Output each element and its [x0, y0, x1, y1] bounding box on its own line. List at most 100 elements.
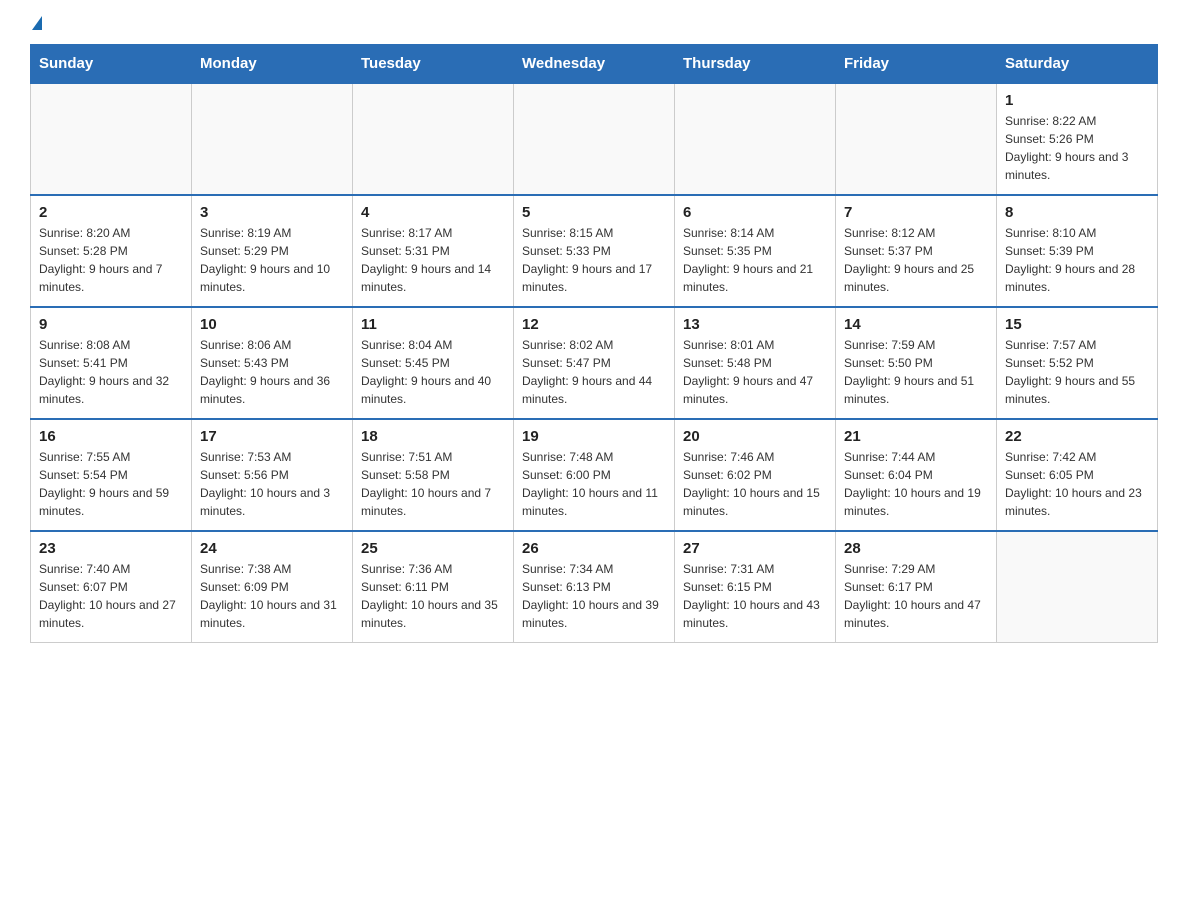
calendar-cell: 18 Sunrise: 7:51 AMSunset: 5:58 PMDayligh… [353, 419, 514, 531]
day-number: 26 [522, 540, 666, 557]
calendar-cell [836, 83, 997, 195]
weekday-header-wednesday: Wednesday [514, 45, 675, 84]
day-info: Sunrise: 8:12 AMSunset: 5:37 PMDaylight:… [844, 224, 988, 296]
day-info: Sunrise: 8:02 AMSunset: 5:47 PMDaylight:… [522, 336, 666, 408]
weekday-header-monday: Monday [192, 45, 353, 84]
day-info: Sunrise: 8:20 AMSunset: 5:28 PMDaylight:… [39, 224, 183, 296]
day-number: 23 [39, 540, 183, 557]
weekday-header-saturday: Saturday [997, 45, 1158, 84]
day-info: Sunrise: 7:44 AMSunset: 6:04 PMDaylight:… [844, 448, 988, 520]
calendar-week-2: 2 Sunrise: 8:20 AMSunset: 5:28 PMDaylight… [31, 195, 1158, 307]
calendar-cell: 13 Sunrise: 8:01 AMSunset: 5:48 PMDayligh… [675, 307, 836, 419]
calendar-cell [514, 83, 675, 195]
day-number: 25 [361, 540, 505, 557]
day-number: 13 [683, 316, 827, 333]
day-number: 16 [39, 428, 183, 445]
calendar-cell [192, 83, 353, 195]
calendar-week-3: 9Sunrise: 8:08 AMSunset: 5:41 PMDaylight… [31, 307, 1158, 419]
calendar-cell [997, 531, 1158, 643]
day-number: 18 [361, 428, 505, 445]
day-info: Sunrise: 7:51 AMSunset: 5:58 PMDaylight:… [361, 448, 505, 520]
day-info: Sunrise: 7:42 AMSunset: 6:05 PMDaylight:… [1005, 448, 1149, 520]
day-number: 3 [200, 204, 344, 221]
day-info: Sunrise: 7:29 AMSunset: 6:17 PMDaylight:… [844, 560, 988, 632]
weekday-header-friday: Friday [836, 45, 997, 84]
calendar-cell: 26 Sunrise: 7:34 AMSunset: 6:13 PMDayligh… [514, 531, 675, 643]
calendar-cell: 4 Sunrise: 8:17 AMSunset: 5:31 PMDaylight… [353, 195, 514, 307]
day-number: 22 [1005, 428, 1149, 445]
day-info: Sunrise: 7:57 AMSunset: 5:52 PMDaylight:… [1005, 336, 1149, 408]
day-number: 14 [844, 316, 988, 333]
calendar-cell: 8 Sunrise: 8:10 AMSunset: 5:39 PMDaylight… [997, 195, 1158, 307]
day-info: Sunrise: 8:04 AMSunset: 5:45 PMDaylight:… [361, 336, 505, 408]
weekday-header-tuesday: Tuesday [353, 45, 514, 84]
calendar-cell: 14 Sunrise: 7:59 AMSunset: 5:50 PMDayligh… [836, 307, 997, 419]
day-number: 2 [39, 204, 183, 221]
day-info: Sunrise: 7:31 AMSunset: 6:15 PMDaylight:… [683, 560, 827, 632]
calendar-cell [353, 83, 514, 195]
weekday-header-thursday: Thursday [675, 45, 836, 84]
day-info: Sunrise: 8:10 AMSunset: 5:39 PMDaylight:… [1005, 224, 1149, 296]
day-info: Sunrise: 7:46 AMSunset: 6:02 PMDaylight:… [683, 448, 827, 520]
day-number: 6 [683, 204, 827, 221]
day-number: 4 [361, 204, 505, 221]
day-number: 27 [683, 540, 827, 557]
day-info: Sunrise: 8:06 AMSunset: 5:43 PMDaylight:… [200, 336, 344, 408]
calendar-cell [675, 83, 836, 195]
calendar-cell: 6 Sunrise: 8:14 AMSunset: 5:35 PMDaylight… [675, 195, 836, 307]
day-info: Sunrise: 8:17 AMSunset: 5:31 PMDaylight:… [361, 224, 505, 296]
day-number: 12 [522, 316, 666, 333]
day-number: 8 [1005, 204, 1149, 221]
day-info: Sunrise: 8:22 AMSunset: 5:26 PMDaylight:… [1005, 112, 1149, 184]
day-info: Sunrise: 7:40 AMSunset: 6:07 PMDaylight:… [39, 560, 183, 632]
day-info: Sunrise: 8:14 AMSunset: 5:35 PMDaylight:… [683, 224, 827, 296]
day-info: Sunrise: 7:38 AMSunset: 6:09 PMDaylight:… [200, 560, 344, 632]
day-info: Sunrise: 7:55 AMSunset: 5:54 PMDaylight:… [39, 448, 183, 520]
day-info: Sunrise: 7:59 AMSunset: 5:50 PMDaylight:… [844, 336, 988, 408]
day-info: Sunrise: 8:08 AMSunset: 5:41 PMDaylight:… [39, 336, 183, 408]
weekday-header-row: SundayMondayTuesdayWednesdayThursdayFrid… [31, 45, 1158, 84]
calendar-cell: 12 Sunrise: 8:02 AMSunset: 5:47 PMDayligh… [514, 307, 675, 419]
calendar-cell: 22 Sunrise: 7:42 AMSunset: 6:05 PMDayligh… [997, 419, 1158, 531]
calendar-cell: 24 Sunrise: 7:38 AMSunset: 6:09 PMDayligh… [192, 531, 353, 643]
day-number: 28 [844, 540, 988, 557]
day-number: 11 [361, 316, 505, 333]
calendar-cell: 9Sunrise: 8:08 AMSunset: 5:41 PMDaylight… [31, 307, 192, 419]
calendar-cell: 3Sunrise: 8:19 AMSunset: 5:29 PMDaylight… [192, 195, 353, 307]
day-number: 17 [200, 428, 344, 445]
day-number: 1 [1005, 92, 1149, 109]
day-number: 19 [522, 428, 666, 445]
day-number: 24 [200, 540, 344, 557]
day-number: 15 [1005, 316, 1149, 333]
calendar-cell: 11 Sunrise: 8:04 AMSunset: 5:45 PMDayligh… [353, 307, 514, 419]
day-number: 5 [522, 204, 666, 221]
calendar-cell: 1 Sunrise: 8:22 AMSunset: 5:26 PMDaylight… [997, 83, 1158, 195]
calendar-cell: 5Sunrise: 8:15 AMSunset: 5:33 PMDaylight… [514, 195, 675, 307]
logo [30, 20, 42, 34]
calendar-cell: 15 Sunrise: 7:57 AMSunset: 5:52 PMDayligh… [997, 307, 1158, 419]
calendar-cell: 27 Sunrise: 7:31 AMSunset: 6:15 PMDayligh… [675, 531, 836, 643]
calendar-cell: 17 Sunrise: 7:53 AMSunset: 5:56 PMDayligh… [192, 419, 353, 531]
day-info: Sunrise: 7:34 AMSunset: 6:13 PMDaylight:… [522, 560, 666, 632]
day-info: Sunrise: 8:01 AMSunset: 5:48 PMDaylight:… [683, 336, 827, 408]
day-info: Sunrise: 7:36 AMSunset: 6:11 PMDaylight:… [361, 560, 505, 632]
calendar-cell: 10 Sunrise: 8:06 AMSunset: 5:43 PMDayligh… [192, 307, 353, 419]
calendar-cell: 20 Sunrise: 7:46 AMSunset: 6:02 PMDayligh… [675, 419, 836, 531]
calendar-body: 1 Sunrise: 8:22 AMSunset: 5:26 PMDaylight… [31, 83, 1158, 643]
day-info: Sunrise: 7:53 AMSunset: 5:56 PMDaylight:… [200, 448, 344, 520]
day-number: 20 [683, 428, 827, 445]
calendar-cell [31, 83, 192, 195]
calendar-week-1: 1 Sunrise: 8:22 AMSunset: 5:26 PMDaylight… [31, 83, 1158, 195]
calendar-cell: 28 Sunrise: 7:29 AMSunset: 6:17 PMDayligh… [836, 531, 997, 643]
logo-arrow-icon [32, 16, 42, 30]
logo-top-row [30, 20, 42, 34]
calendar-week-5: 23 Sunrise: 7:40 AMSunset: 6:07 PMDayligh… [31, 531, 1158, 643]
page-header [30, 20, 1158, 34]
calendar-cell: 23 Sunrise: 7:40 AMSunset: 6:07 PMDayligh… [31, 531, 192, 643]
day-number: 10 [200, 316, 344, 333]
weekday-header-sunday: Sunday [31, 45, 192, 84]
calendar-cell: 25 Sunrise: 7:36 AMSunset: 6:11 PMDayligh… [353, 531, 514, 643]
day-number: 7 [844, 204, 988, 221]
calendar-cell: 2 Sunrise: 8:20 AMSunset: 5:28 PMDaylight… [31, 195, 192, 307]
day-number: 21 [844, 428, 988, 445]
